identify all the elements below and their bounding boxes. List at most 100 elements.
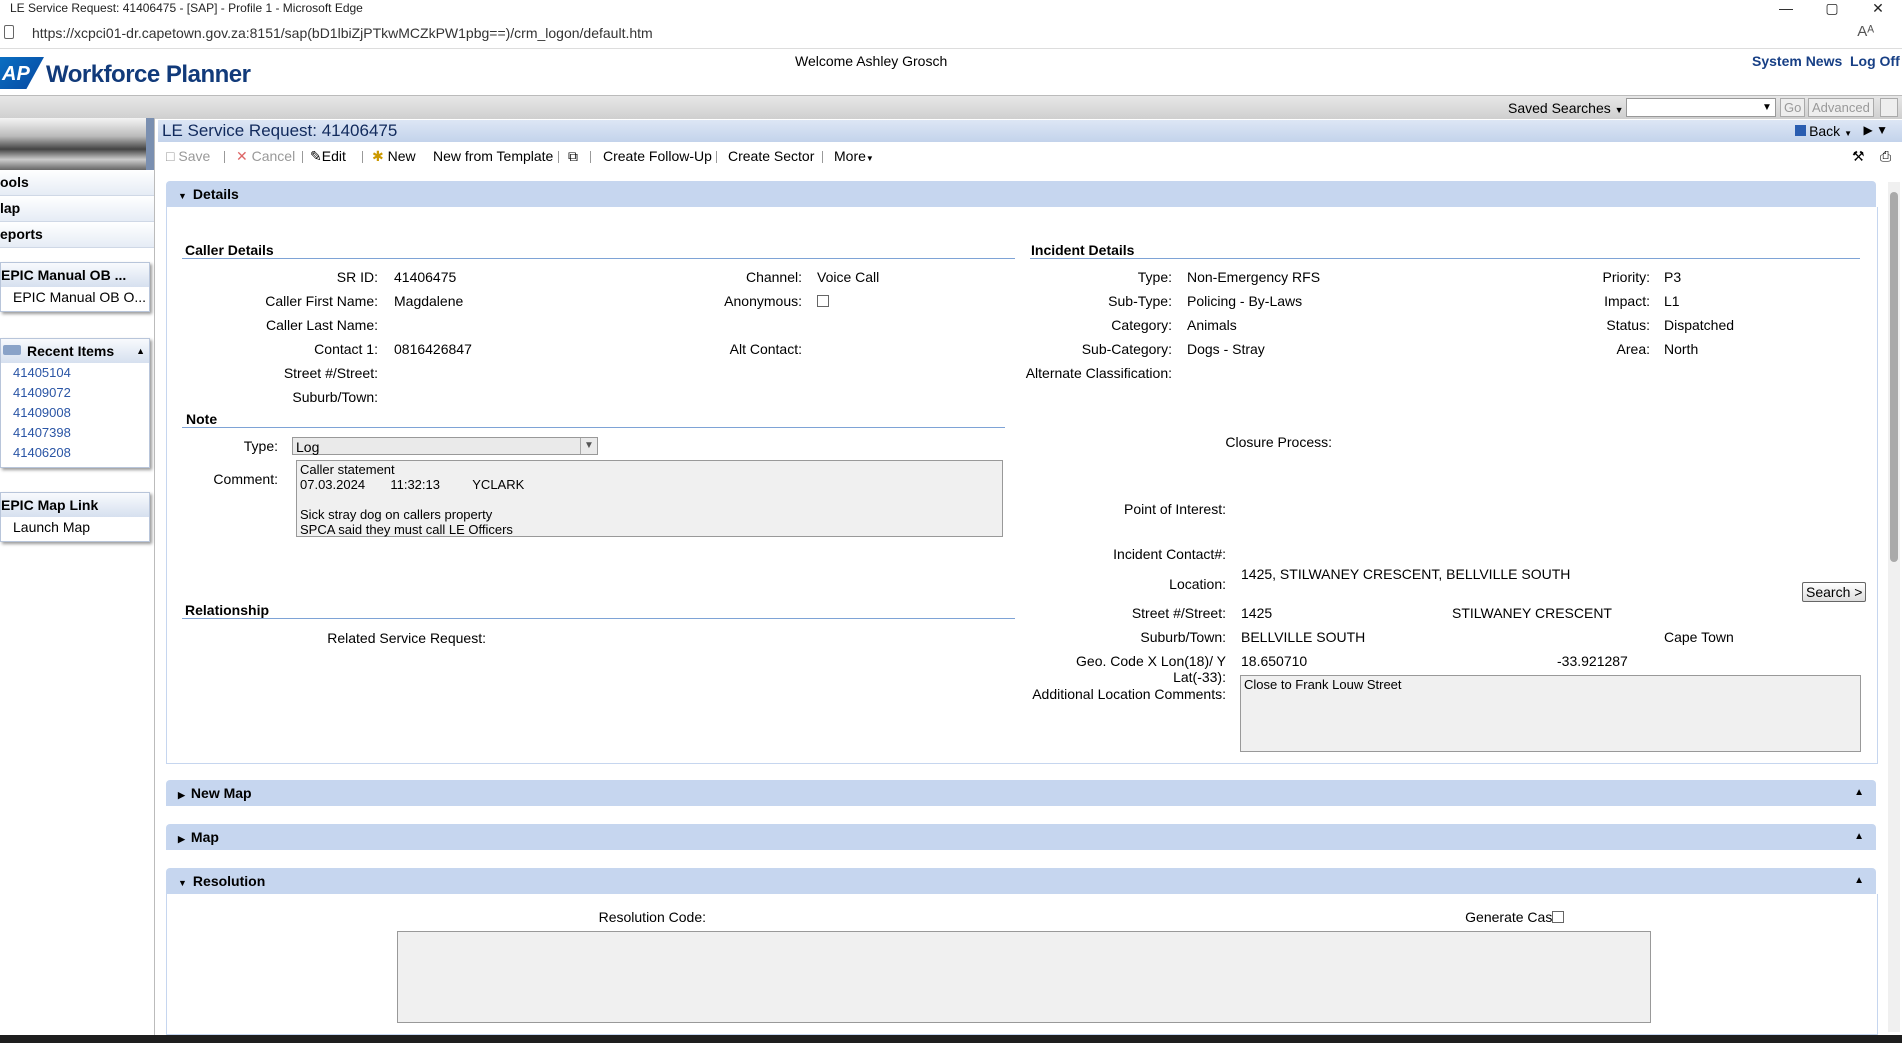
resolution-textarea[interactable]	[397, 931, 1651, 1023]
window-title: LE Service Request: 41406475 - [SAP] - P…	[10, 1, 363, 15]
page-header: LE Service Request: 41406475 Back ▼ ▶ ▼	[158, 120, 1902, 142]
last-name-label: Caller Last Name:	[265, 317, 378, 333]
edit-button[interactable]: ✎Edit	[310, 148, 346, 165]
epic-manual-link[interactable]: EPIC Manual OB O...	[1, 287, 149, 307]
back-arrow-icon	[1795, 125, 1807, 136]
street-name-value: STILWANEY CRESCENT	[1452, 605, 1612, 621]
personalize-icon[interactable]: ⚒	[1852, 148, 1865, 165]
additional-comments-textarea[interactable]: Close to Frank Louw Street	[1240, 675, 1861, 752]
nav-item-map[interactable]: lap	[0, 196, 154, 222]
suburb-value: BELLVILLE SOUTH	[1241, 629, 1366, 645]
priority-value: P3	[1664, 269, 1682, 285]
expand-triangle-icon: ▶	[178, 790, 185, 800]
create-sector-button[interactable]: Create Sector	[728, 148, 814, 164]
new-from-template-button[interactable]: New from Template	[433, 148, 553, 164]
new-map-section-header[interactable]: ▶ New Map ▲	[166, 780, 1876, 806]
divider	[590, 151, 591, 163]
location-label: Location:	[1169, 576, 1226, 592]
divider	[302, 151, 303, 163]
recent-item[interactable]: 41406208	[1, 443, 149, 463]
alt-classification-label: Alternate Classification:	[1025, 365, 1172, 381]
incident-type-value: Non-Emergency RFS	[1187, 269, 1321, 285]
generate-case-checkbox[interactable]	[1552, 911, 1564, 923]
epic-map-link-title: EPIC Map Link	[1, 493, 149, 517]
save-button[interactable]: □ Save	[166, 148, 210, 164]
read-aloud-icon[interactable]: Aᴬ	[1857, 23, 1874, 40]
relationship-title: Relationship	[185, 602, 270, 618]
nav-item-reports[interactable]: eports	[0, 222, 154, 248]
divider	[822, 151, 823, 163]
save-icon: □	[166, 148, 175, 164]
launch-map-link[interactable]: Launch Map	[1, 517, 149, 537]
epic-map-link-panel: EPIC Map Link Launch Map	[0, 492, 150, 542]
back-button[interactable]: Back ▼	[1795, 123, 1852, 139]
location-search-button[interactable]: Search >	[1802, 582, 1867, 602]
create-follow-up-button[interactable]: Create Follow-Up	[603, 148, 712, 164]
resolution-section-header[interactable]: ▼ Resolution ▲	[166, 868, 1876, 894]
system-news-link[interactable]: System News	[1752, 53, 1842, 69]
divider	[558, 151, 559, 163]
minimize-icon[interactable]: —	[1776, 0, 1796, 16]
scrollbar-thumb[interactable]	[1890, 192, 1898, 562]
move-up-icon[interactable]: ▲	[1854, 868, 1864, 894]
collapse-triangle-icon: ▼	[178, 878, 187, 888]
url-text[interactable]: https://xcpci01-dr.capetown.gov.za:8151/…	[32, 25, 653, 41]
note-type-select[interactable]: Log ▼	[292, 437, 598, 455]
category-value: Animals	[1187, 317, 1237, 333]
print-icon[interactable]: ⎙	[1880, 148, 1891, 165]
close-icon[interactable]: ✕	[1868, 0, 1888, 16]
caller-street-label: Street #/Street:	[283, 365, 378, 381]
details-section-header[interactable]: ▼ Details	[166, 181, 1876, 207]
move-up-icon[interactable]: ▲	[1854, 780, 1864, 806]
saved-searches-menu[interactable]: Saved Searches ▼	[1508, 100, 1624, 116]
recent-item[interactable]: 41407398	[1, 423, 149, 443]
saved-search-select[interactable]: ▼	[1626, 98, 1776, 117]
divider	[1030, 258, 1860, 259]
collapse-icon[interactable]: ▲	[136, 339, 145, 363]
trash-icon[interactable]	[1880, 98, 1898, 117]
window-title-bar: LE Service Request: 41406475 - [SAP] - P…	[0, 0, 1902, 16]
divider	[182, 618, 1015, 619]
impact-label: Impact:	[1604, 293, 1650, 309]
status-value: Dispatched	[1664, 317, 1735, 333]
chevron-down-icon: ▼	[580, 438, 597, 454]
recent-item[interactable]: 41405104	[1, 363, 149, 383]
incident-type-label: Type:	[1137, 269, 1172, 285]
collapse-nav-handle[interactable]	[146, 118, 154, 170]
recent-item[interactable]: 41409008	[1, 403, 149, 423]
welcome-text: Welcome Ashley Grosch	[795, 53, 948, 69]
first-name-label: Caller First Name:	[265, 293, 378, 309]
more-menu[interactable]: More▼	[834, 148, 874, 164]
page-scrollbar[interactable]	[1888, 182, 1900, 1032]
related-sr-label: Related Service Request:	[327, 630, 486, 646]
epic-manual-panel: EPIC Manual OB ... EPIC Manual OB O...	[0, 262, 150, 312]
go-button[interactable]: Go	[1780, 98, 1806, 117]
subcategory-label: Sub-Category:	[1081, 341, 1172, 357]
forward-icon[interactable]: ▶ ▼	[1864, 123, 1888, 137]
maximize-icon[interactable]: ▢	[1822, 0, 1842, 16]
cancel-button[interactable]: ✕ Cancel	[236, 148, 295, 165]
advanced-button[interactable]: Advanced	[1808, 98, 1874, 117]
recent-item[interactable]: 41409072	[1, 383, 149, 403]
new-button[interactable]: ✱ New	[372, 148, 416, 165]
divider	[182, 427, 1005, 428]
divider	[716, 151, 717, 163]
log-off-link[interactable]: Log Off	[1850, 53, 1900, 69]
divider	[362, 151, 363, 163]
map-section-header[interactable]: ▶ Map ▲	[166, 824, 1876, 850]
impact-value: L1	[1664, 293, 1680, 309]
move-up-icon[interactable]: ▲	[1854, 824, 1864, 850]
comment-textarea[interactable]: Caller statement 07.03.2024 11:32:13 YCL…	[296, 460, 1003, 537]
address-bar[interactable]: https://xcpci01-dr.capetown.gov.za:8151/…	[0, 18, 1902, 49]
sr-id-label: SR ID:	[336, 269, 378, 285]
subcategory-value: Dogs - Stray	[1187, 341, 1265, 357]
alt-contact-label: Alt Contact:	[729, 341, 802, 357]
copy-icon[interactable]: ⧉	[568, 148, 578, 165]
subtype-value: Policing - By-Laws	[1187, 293, 1303, 309]
anonymous-checkbox[interactable]	[817, 295, 829, 307]
new-icon: ✱	[372, 148, 384, 164]
toolbar: □ Save ✕ Cancel ✎Edit ✱ New New from Tem…	[158, 143, 1902, 169]
nav-item-tools[interactable]: ools	[0, 170, 154, 196]
location-value: 1425, STILWANEY CRESCENT, BELLVILLE SOUT…	[1241, 566, 1571, 582]
status-label: Status:	[1606, 317, 1650, 333]
